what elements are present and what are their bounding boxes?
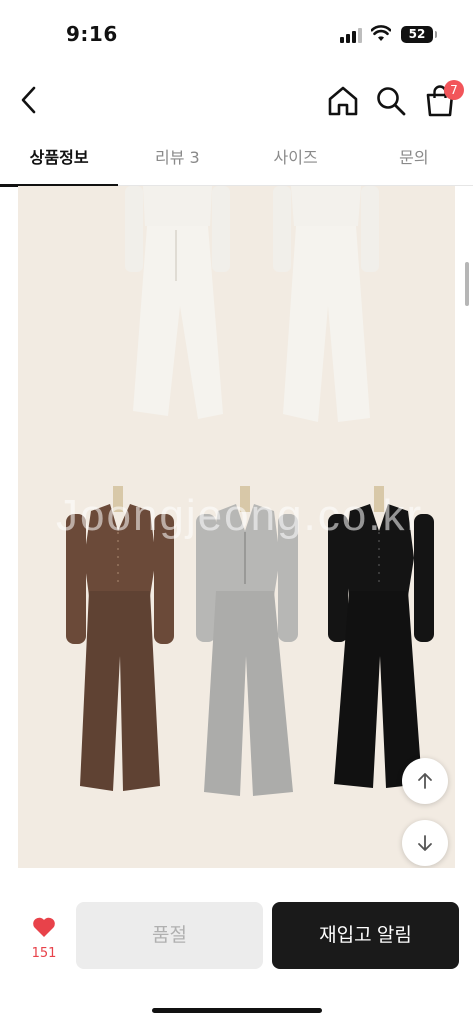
chevron-left-icon: [21, 86, 36, 114]
like-count: 151: [31, 946, 57, 961]
restock-notification-button[interactable]: 재입고 알림: [272, 902, 459, 969]
battery-indicator: 52: [401, 26, 437, 43]
tab-inquiry[interactable]: 문의: [355, 138, 473, 186]
cellular-signal-icon: [340, 27, 362, 43]
tab-size[interactable]: 사이즈: [237, 138, 355, 186]
status-bar: 9:16 52: [0, 0, 473, 62]
tab-product-info[interactable]: 상품정보: [0, 138, 119, 187]
arrow-down-icon: [418, 835, 432, 851]
soldout-button[interactable]: 품절: [76, 902, 263, 969]
back-button[interactable]: [14, 82, 46, 118]
top-navigation-bar: [0, 62, 473, 138]
home-indicator: [152, 1008, 322, 1013]
scroll-to-bottom-button[interactable]: [402, 820, 448, 866]
product-tabs: 상품정보 리뷰 3 사이즈 문의: [0, 138, 473, 187]
heart-icon: [33, 917, 55, 937]
cart-count-badge: 7: [444, 80, 464, 100]
wifi-icon: [371, 25, 391, 41]
scroll-to-top-button[interactable]: [402, 758, 448, 804]
home-button[interactable]: [325, 84, 361, 118]
scrollbar[interactable]: [465, 262, 469, 306]
ivory-outfit-front: [125, 186, 230, 419]
like-button[interactable]: 151: [22, 912, 66, 968]
search-icon: [377, 87, 406, 116]
product-detail-image: Joongjeong.co.kr: [18, 186, 455, 868]
product-watermark: Joongjeong.co.kr: [56, 491, 424, 540]
arrow-up-icon: [418, 773, 432, 789]
status-time: 9:16: [66, 22, 118, 46]
ivory-outfit-back: [273, 186, 379, 422]
bottom-action-bar: 151 품절 재입고 알림: [0, 868, 473, 1024]
tab-reviews[interactable]: 리뷰 3: [118, 138, 236, 186]
home-icon: [328, 86, 358, 116]
search-button[interactable]: [374, 84, 408, 118]
